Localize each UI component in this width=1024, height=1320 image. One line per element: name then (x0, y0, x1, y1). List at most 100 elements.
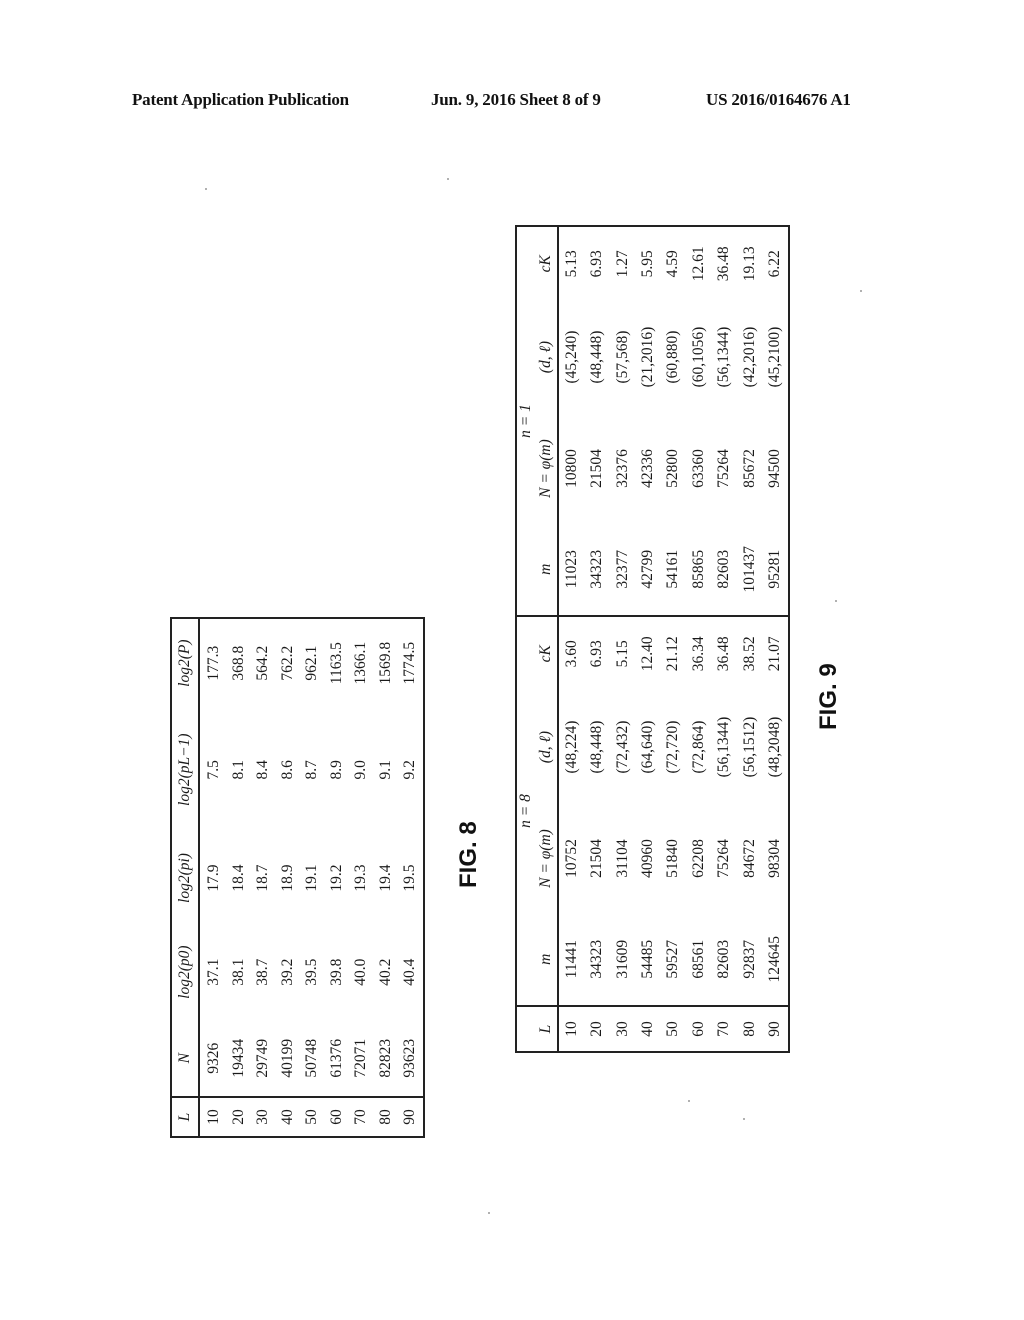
fig9-table-row: 10 11441 10752 (48,224) 3.60 11023 10800 (45,24… (558, 226, 585, 1052)
fig9-cell: (48,448) (588, 330, 606, 384)
fig8-cell: 962.1 (303, 645, 320, 681)
fig9-col-header: cK (535, 616, 558, 691)
publication-date-sheet: Jun. 9, 2016 Sheet 8 of 9 (431, 90, 601, 109)
fig9-col-header: L (535, 1006, 558, 1052)
fig9-cell: (72,432) (613, 720, 631, 774)
fig9-cell: 54161 (664, 549, 682, 589)
fig9-cell: 63360 (689, 449, 707, 488)
fig9-cell: 10 (558, 1006, 585, 1052)
fig9-cell: 32377 (613, 549, 631, 589)
fig9-cell: 21.07 (762, 616, 789, 691)
fig9-cell: (48,224) (562, 720, 580, 774)
fig9-cell: 38.52 (737, 616, 763, 691)
fig9-cell: 1.27 (613, 250, 631, 278)
fig9-cell: 21504 (588, 449, 606, 488)
fig8-cell: 50748 (303, 1038, 320, 1078)
fig8-cell: 20 (226, 1097, 251, 1137)
scan-speck (860, 290, 862, 292)
fig8-cell: 93623 (401, 1038, 418, 1078)
fig9-cell: 6.93 (588, 250, 606, 278)
fig8-table-row: 10 9326 37.1 17.9 7.5 177.3 (199, 618, 227, 1137)
fig8-cell: 19.1 (303, 864, 320, 892)
fig8-cell: 60 (324, 1097, 349, 1137)
publication-number: US 2016/0164676 A1 (706, 90, 851, 109)
fig8-table-row: 70 72071 40.0 19.3 9.0 1366.1 (349, 618, 374, 1137)
fig8-cell: 38.7 (254, 958, 271, 986)
fig8-table-row: 90 93623 40.4 19.5 9.2 1774.5 (398, 618, 424, 1137)
fig8-label: FIG. 8 (455, 821, 482, 888)
fig9-cell: 54485 (639, 939, 657, 979)
fig9-cell: 40960 (639, 839, 657, 878)
fig8-cell: 40199 (278, 1038, 296, 1078)
fig9-cell: (64,640) (639, 720, 657, 774)
fig9-cell: 21.12 (660, 616, 687, 691)
fig8-table-row: 60 61376 39.8 19.2 8.9 1163.5 (324, 618, 349, 1137)
fig9-cell: 59527 (664, 939, 682, 979)
fig9-cell: 6.93 (584, 616, 610, 691)
fig8-cell: 39.8 (327, 958, 345, 986)
fig9-table-row: 60 68561 62208 (72,864) 36.34 85865 63360 (60,1… (686, 226, 712, 1052)
fig9-cell: 31104 (613, 839, 631, 878)
fig9-header-row: L m N = φ(m) (d, ℓ) cK m N = φ(m) (d, ℓ)… (535, 226, 558, 1052)
fig8-cell: 61376 (327, 1038, 345, 1078)
fig9-cell: (48,2048) (766, 716, 784, 778)
fig8-cell: 8.9 (327, 760, 345, 780)
fig8-cell: 80 (373, 1097, 398, 1137)
fig8-cell: 1774.5 (401, 641, 418, 685)
fig8-cell: 19.2 (327, 864, 345, 892)
fig9-col-header: N = φ(m) (535, 803, 558, 914)
fig8-cell: 19.3 (352, 864, 369, 892)
fig8-cell: 30 (251, 1097, 276, 1137)
fig9-cell: 4.59 (664, 250, 682, 278)
fig9-label: FIG. 9 (815, 663, 842, 730)
fig8-cell: 18.4 (229, 864, 247, 892)
fig8-cell: 72071 (352, 1038, 369, 1078)
fig9-cell: (56,1512) (740, 716, 758, 778)
fig9-cell: 42336 (639, 449, 657, 488)
fig8-cell: 18.7 (254, 864, 271, 892)
fig9-cell: 40 (635, 1006, 661, 1052)
fig9-cell: (21,2016) (639, 326, 657, 388)
fig8-cell: 9.2 (401, 760, 418, 780)
fig8-table: L N log2(p0) log2(pi) log2(pL−1) log2(P)… (170, 617, 425, 1138)
fig8-cell: 1569.8 (376, 641, 394, 685)
publication-type: Patent Application Publication (132, 90, 349, 109)
fig9-cell: 80 (737, 1006, 763, 1052)
fig9-cell: (72,864) (689, 720, 707, 774)
fig8-table-container: L N log2(p0) log2(pi) log2(pL−1) log2(P)… (170, 617, 425, 1138)
scan-speck (743, 1118, 745, 1120)
fig9-cell: (45,2100) (766, 326, 784, 388)
fig9-col-header: N = φ(m) (535, 413, 558, 524)
fig8-cell: 39.5 (303, 958, 320, 986)
fig9-table-row: 90 124645 98304 (48,2048) 21.07 95281 94500 (45… (762, 226, 789, 1052)
fig9-cell: 85865 (689, 549, 707, 589)
fig8-cell: 17.9 (205, 864, 222, 892)
fig9-group-spacer (516, 1006, 535, 1052)
fig9-cell: 34323 (588, 549, 606, 589)
fig9-cell: 85672 (740, 449, 758, 488)
fig8-cell: 1366.1 (352, 641, 369, 685)
scan-speck (205, 188, 207, 190)
fig9-cell: 31609 (613, 939, 631, 979)
fig8-table-row: 50 50748 39.5 19.1 8.7 962.1 (300, 618, 325, 1137)
fig8-cell: 40.4 (401, 958, 418, 986)
fig8-cell: 70 (349, 1097, 374, 1137)
fig8-cell: 8.1 (229, 760, 247, 780)
fig9-cell: 84672 (740, 839, 758, 878)
fig9-cell: 5.15 (609, 616, 636, 691)
fig8-col-header: N (171, 1020, 199, 1097)
scan-speck (488, 1212, 490, 1214)
fig9-cell: 75264 (715, 449, 733, 488)
fig9-cell: (60,1056) (689, 326, 707, 388)
fig9-cell: 51840 (664, 839, 682, 878)
fig9-col-header: m (535, 523, 558, 617)
fig9-col-header: (d, ℓ) (535, 300, 558, 414)
fig9-cell: 20 (584, 1006, 610, 1052)
fig8-table-row: 30 29749 38.7 18.7 8.4 564.2 (251, 618, 276, 1137)
fig8-cell: 19.5 (401, 864, 418, 892)
fig9-cell: 90 (762, 1006, 789, 1052)
fig9-cell: 101437 (740, 546, 758, 593)
fig9-cell: 60 (686, 1006, 712, 1052)
fig8-cell: 8.7 (303, 760, 320, 780)
fig9-cell: (56,1344) (715, 326, 733, 388)
